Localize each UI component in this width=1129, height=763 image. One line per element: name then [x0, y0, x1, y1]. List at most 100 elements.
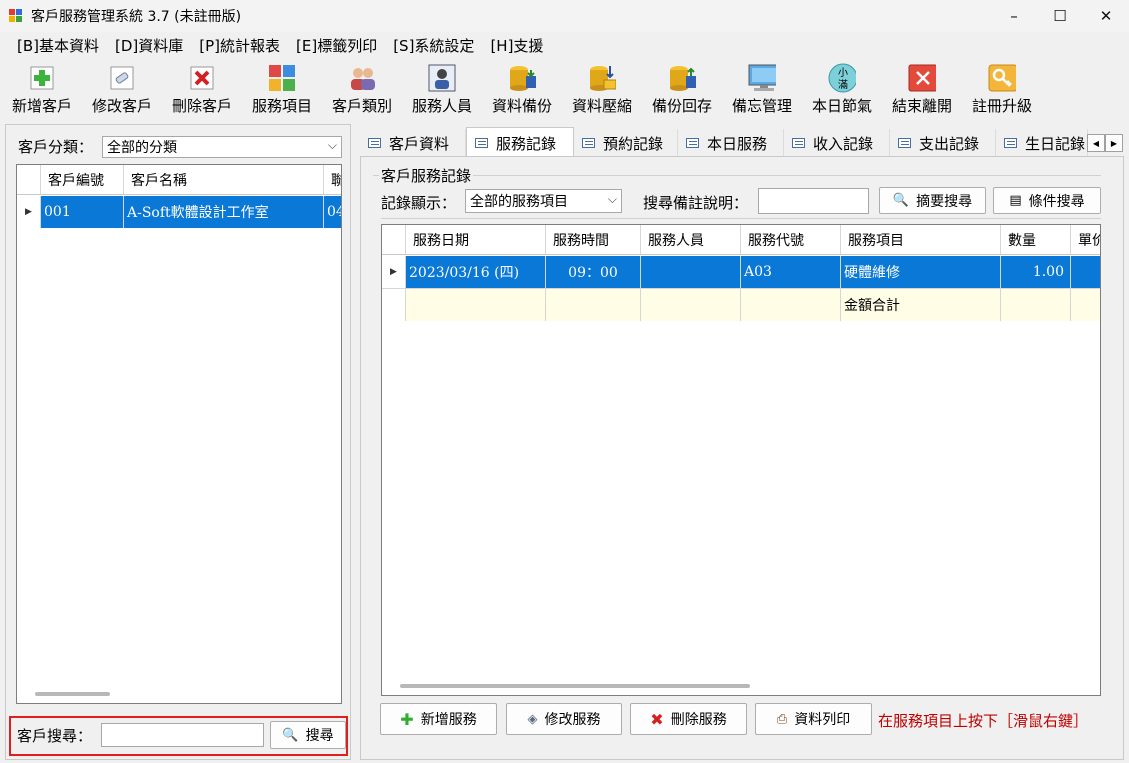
delete-service-button[interactable]: ✖ 刪除服務 — [630, 703, 747, 735]
customer-name-cell: A-Soft軟體設計工作室 — [124, 196, 324, 228]
note-search-input[interactable] — [758, 188, 869, 214]
service-items-icon — [268, 64, 296, 92]
note-search-label: 搜尋備註說明： — [643, 194, 749, 212]
tab-scroll-left-icon[interactable]: ◀ — [1087, 134, 1105, 152]
exit-button[interactable]: 結束離開 — [882, 60, 962, 120]
condition-search-button[interactable]: ▤ 條件搜尋 — [993, 187, 1101, 214]
horizontal-scrollbar[interactable] — [35, 692, 110, 696]
column-header[interactable]: 數量 — [1001, 225, 1071, 255]
menu-labels[interactable]: [E]標籤列印 — [288, 35, 385, 56]
service-staff-icon — [428, 64, 456, 92]
tab-birthday[interactable]: 生日記錄 — [996, 129, 1088, 157]
restore-button[interactable]: 備份回存 — [642, 60, 722, 120]
service-code-cell: A03 — [741, 256, 841, 288]
svg-text:滿: 滿 — [838, 78, 848, 91]
column-header[interactable]: 服務時間 — [546, 225, 641, 255]
row-selector-icon: ▶ — [17, 196, 41, 228]
solar-term-button[interactable]: 小滿 本日節氣 — [802, 60, 882, 120]
menu-help[interactable]: [H]支援 — [482, 35, 551, 56]
solar-term-icon: 小滿 — [828, 63, 856, 93]
search-label: 客戶搜尋： — [17, 727, 93, 745]
category-select[interactable]: 全部的分類 ⌵ — [102, 136, 342, 158]
total-row: 金額合計 — [382, 288, 1100, 321]
table-icon — [1004, 138, 1017, 148]
service-date-cell: 2023/03/16 (四) — [406, 256, 546, 288]
menu-database[interactable]: [D]資料庫 — [107, 35, 191, 56]
service-items-button[interactable]: 服務項目 — [242, 60, 322, 120]
summary-search-button[interactable]: 🔍 摘要搜尋 — [879, 187, 986, 214]
column-header[interactable]: 聯 — [324, 165, 341, 195]
service-staff-button[interactable]: 服務人員 — [402, 60, 482, 120]
customer-category-icon — [348, 64, 376, 92]
table-icon: ▤ — [1009, 193, 1022, 208]
table-row[interactable]: ▶ 2023/03/16 (四) 09：00 A03 硬體維修 1.00 — [382, 256, 1100, 288]
memo-button[interactable]: 備忘管理 — [722, 60, 802, 120]
table-icon — [792, 138, 805, 148]
group-border — [373, 175, 1101, 176]
tab-appointments[interactable]: 預約記錄 — [574, 129, 678, 157]
table-icon — [475, 138, 488, 148]
menu-basic-data[interactable]: [B]基本資料 — [9, 35, 107, 56]
delete-icon: ✖ — [650, 709, 664, 729]
search-icon: 🔍 — [282, 727, 299, 743]
printer-icon: ⎙ — [776, 711, 788, 727]
customer-search-box: 客戶搜尋： 🔍 搜尋 — [9, 716, 348, 756]
eraser-icon: ◈ — [527, 711, 538, 727]
filter-label: 記錄顯示： — [381, 194, 457, 212]
service-filter-select[interactable]: 全部的服務項目 ⌵ — [465, 189, 622, 213]
unit-price-cell — [1071, 256, 1100, 288]
tab-scroll-right-icon[interactable]: ▶ — [1105, 134, 1123, 152]
row-header-corner — [382, 225, 406, 255]
horizontal-scrollbar[interactable] — [400, 684, 750, 688]
tab-service-records[interactable]: 服務記錄 — [466, 127, 574, 158]
separator — [381, 218, 1101, 219]
search-button[interactable]: 🔍 搜尋 — [270, 721, 346, 749]
add-service-button[interactable]: ✚ 新增服務 — [380, 703, 497, 735]
svg-text:小: 小 — [838, 67, 848, 79]
search-input[interactable] — [101, 723, 264, 747]
column-header[interactable]: 服務人員 — [641, 225, 741, 255]
menu-settings[interactable]: [S]系統設定 — [385, 35, 482, 56]
register-upgrade-button[interactable]: 註冊升級 — [962, 60, 1042, 120]
compress-button[interactable]: 資料壓縮 — [562, 60, 642, 120]
delete-customer-button[interactable]: 刪除客戶 — [162, 60, 242, 120]
column-header[interactable]: 客戶名稱 — [124, 165, 324, 195]
column-header[interactable]: 服務日期 — [406, 225, 546, 255]
customer-category-button[interactable]: 客戶類別 — [322, 60, 402, 120]
search-icon: 🔍 — [892, 193, 910, 208]
group-title: 客戶服務記錄 — [379, 165, 474, 186]
quantity-cell: 1.00 — [1001, 256, 1071, 288]
table-row[interactable]: ▶ 001 A-Soft軟體設計工作室 04 — [17, 196, 341, 228]
register-key-icon — [988, 64, 1016, 92]
row-selector-icon: ▶ — [382, 256, 406, 288]
column-header[interactable]: 單价 — [1071, 225, 1100, 255]
chevron-down-icon: ⌵ — [327, 138, 337, 152]
restore-icon — [668, 64, 696, 92]
chevron-down-icon: ⌵ — [607, 192, 617, 206]
print-button[interactable]: ⎙ 資料列印 — [755, 703, 872, 735]
column-header[interactable]: 客戶編號 — [41, 165, 124, 195]
backup-icon — [508, 64, 536, 92]
tab-expense[interactable]: 支出記錄 — [890, 129, 996, 157]
window-title: 客戶服務管理系統 3.7 (未註冊版) — [31, 9, 242, 25]
compress-icon — [588, 64, 616, 92]
close-icon[interactable]: ✕ — [1083, 0, 1129, 32]
add-customer-button[interactable]: 新增客戶 — [2, 60, 82, 120]
backup-button[interactable]: 資料備份 — [482, 60, 562, 120]
maximize-icon[interactable]: ☐ — [1037, 0, 1083, 32]
edit-customer-button[interactable]: 修改客戶 — [82, 60, 162, 120]
toolbar: 新增客戶 修改客戶 刪除客戶 服務項目 客戶類別 服務人員 資料備份 資料壓縮 … — [0, 60, 1129, 120]
menu-reports[interactable]: [P]統計報表 — [191, 35, 288, 56]
tab-customer-info[interactable]: 客戶資料 — [360, 129, 466, 157]
exit-icon — [908, 64, 936, 92]
minimize-icon[interactable]: – — [991, 0, 1037, 32]
edit-service-button[interactable]: ◈ 修改服務 — [506, 703, 622, 735]
table-icon — [582, 138, 595, 148]
column-header[interactable]: 服務代號 — [741, 225, 841, 255]
tab-income[interactable]: 收入記錄 — [784, 129, 890, 157]
customer-contact-cell: 04 — [324, 196, 341, 228]
total-label: 金額合計 — [841, 289, 1001, 321]
customer-panel: 客戶分類： 全部的分類 ⌵ 客戶編號 客戶名稱 聯 ▶ 001 A-Soft軟體… — [5, 124, 351, 760]
tab-today-service[interactable]: 本日服務 — [678, 129, 784, 157]
column-header[interactable]: 服務項目 — [841, 225, 1001, 255]
